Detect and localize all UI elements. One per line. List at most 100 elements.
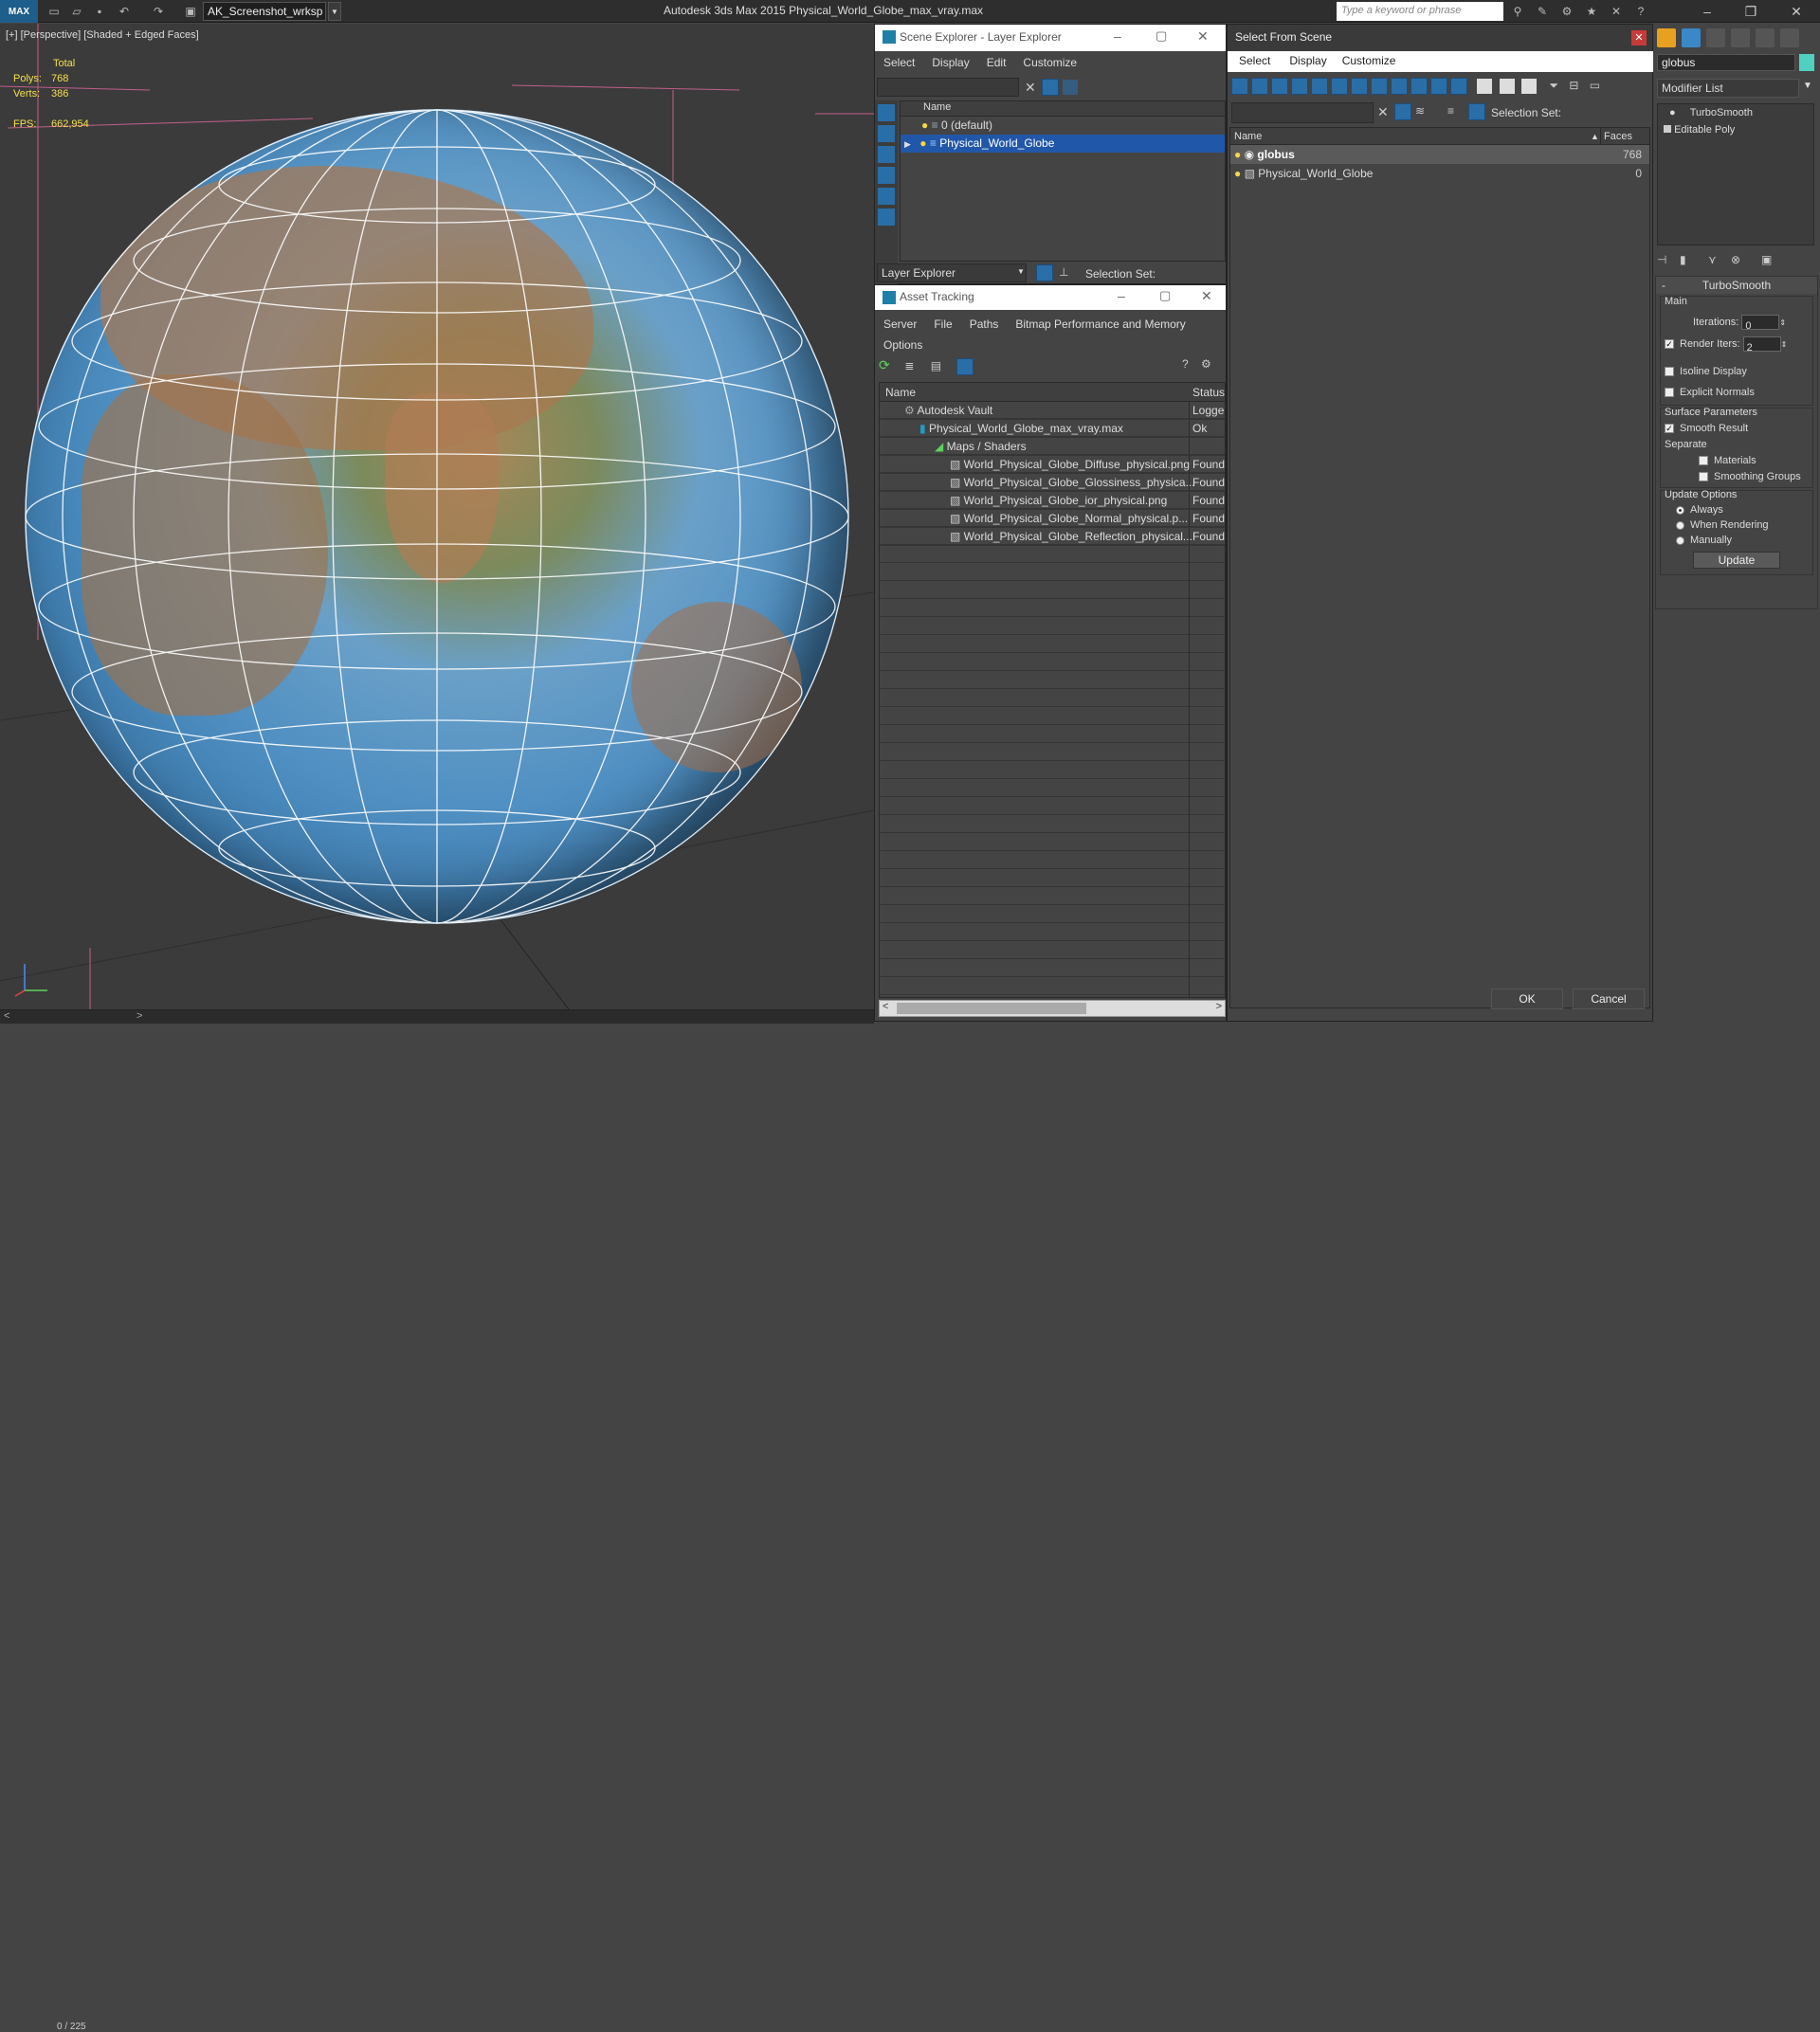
- filter-shapes-icon[interactable]: [1251, 78, 1268, 95]
- modifier-stack-item[interactable]: Editable Poly: [1658, 122, 1813, 137]
- minimize-icon[interactable]: –: [1691, 2, 1723, 21]
- status-column-header[interactable]: Status: [1192, 383, 1225, 402]
- lightbulb-icon[interactable]: ●: [1234, 148, 1241, 161]
- chevron-down-icon[interactable]: ▼: [1803, 81, 1812, 91]
- ok-button[interactable]: OK: [1491, 989, 1563, 1009]
- select-filter-input[interactable]: [1231, 102, 1374, 123]
- scrollbar-thumb[interactable]: [897, 1003, 1086, 1014]
- motion-tab-icon[interactable]: [1731, 28, 1750, 47]
- name-column-header[interactable]: Name: [901, 101, 1225, 117]
- horizontal-scrollbar[interactable]: < >: [879, 1000, 1226, 1017]
- asset-row[interactable]: ▧ World_Physical_Globe_Glossiness_physic…: [880, 474, 1225, 492]
- menu-customize[interactable]: Customize: [1335, 51, 1404, 70]
- filter-xrefs-icon[interactable]: [1371, 78, 1388, 95]
- filter-spacewarps-icon[interactable]: [1331, 78, 1348, 95]
- display-helpers-icon[interactable]: [878, 188, 895, 205]
- workspace-dropdown[interactable]: AK_Screenshot_wrksp: [203, 2, 326, 21]
- project-folder-icon[interactable]: ▣: [182, 3, 199, 20]
- create-tab-icon[interactable]: [1657, 28, 1676, 47]
- name-column-header[interactable]: Name: [1230, 131, 1262, 142]
- hierarchy-icon[interactable]: ⊥: [1059, 265, 1068, 279]
- asset-row[interactable]: ▧ World_Physical_Globe_ior_physical.png F…: [880, 492, 1225, 510]
- menu-bitmap-performance[interactable]: Bitmap Performance and Memory: [1007, 314, 1193, 335]
- object-row[interactable]: ● ▧ Physical_World_Globe 0: [1230, 164, 1649, 183]
- menu-customize[interactable]: Customize: [1014, 53, 1085, 72]
- render-iters-checkbox[interactable]: ✓: [1665, 339, 1674, 350]
- menu-display[interactable]: Display: [1282, 51, 1334, 70]
- display-geometry-icon[interactable]: [878, 104, 895, 121]
- asset-row[interactable]: ▧ World_Physical_Globe_Reflection_physic…: [880, 528, 1225, 546]
- lightbulb-icon[interactable]: ●: [1234, 167, 1241, 180]
- filter-groups-icon[interactable]: [1351, 78, 1368, 95]
- chevron-down-icon[interactable]: ▼: [1017, 267, 1025, 276]
- menu-select[interactable]: Select: [875, 53, 923, 72]
- modifier-stack-item[interactable]: ● TurboSmooth: [1658, 104, 1813, 122]
- menu-server[interactable]: Server: [875, 314, 925, 335]
- next-frame-icon[interactable]: >: [136, 1010, 142, 1022]
- thumbnail-view-icon[interactable]: ▤: [931, 359, 948, 376]
- funnel-icon[interactable]: ⏷: [1549, 79, 1558, 93]
- menu-options[interactable]: Options: [875, 335, 931, 355]
- display-all-icon[interactable]: [878, 209, 895, 226]
- display-shapes-icon[interactable]: [878, 125, 895, 142]
- expand-arrow-icon[interactable]: ▶: [904, 139, 911, 149]
- spinner-arrows-icon[interactable]: ⇕: [1781, 340, 1788, 349]
- close-icon[interactable]: ✕: [1197, 28, 1209, 45]
- cancel-button[interactable]: Cancel: [1573, 989, 1645, 1009]
- object-row[interactable]: ● ◉ globus 768: [1230, 145, 1649, 164]
- show-end-result-icon[interactable]: ▮: [1680, 253, 1708, 266]
- layers-icon[interactable]: ≡: [1447, 104, 1454, 118]
- new-file-icon[interactable]: ▭: [46, 3, 63, 20]
- column-options-icon[interactable]: ▭: [1590, 79, 1600, 92]
- modifier-list-dropdown[interactable]: Modifier List: [1657, 79, 1799, 98]
- scene-explorer-filter-input[interactable]: [877, 78, 1019, 97]
- isoline-display-checkbox[interactable]: [1665, 367, 1674, 377]
- object-name-input[interactable]: globus: [1657, 54, 1795, 71]
- chevron-down-icon[interactable]: ▼: [328, 2, 341, 21]
- star-icon[interactable]: ★: [1583, 3, 1600, 20]
- help-icon[interactable]: ?: [1182, 357, 1189, 371]
- object-color-swatch[interactable]: [1799, 54, 1814, 71]
- explicit-normals-checkbox[interactable]: [1665, 388, 1674, 398]
- select-all-icon[interactable]: [1477, 79, 1493, 94]
- save-file-icon[interactable]: ▪: [91, 3, 108, 20]
- maximize-icon[interactable]: ▢: [1159, 288, 1171, 303]
- redo-icon[interactable]: ↷: [150, 3, 167, 20]
- restore-icon[interactable]: ❐: [1735, 2, 1767, 21]
- filter-geometry-icon[interactable]: [1231, 78, 1248, 95]
- minimize-icon[interactable]: –: [1118, 288, 1125, 303]
- binoculars-icon[interactable]: ⚲: [1509, 3, 1526, 20]
- prev-frame-icon[interactable]: <: [4, 1010, 9, 1022]
- update-button[interactable]: Update: [1693, 552, 1780, 569]
- menu-display[interactable]: Display: [923, 53, 977, 72]
- menu-select[interactable]: Select: [1228, 51, 1282, 70]
- globe-object[interactable]: [25, 109, 849, 924]
- close-icon[interactable]: ✕: [1780, 2, 1812, 21]
- configure-sets-icon[interactable]: ▣: [1761, 253, 1780, 266]
- modify-tab-icon[interactable]: [1682, 28, 1701, 47]
- select-none-icon[interactable]: [1499, 79, 1515, 94]
- when-rendering-radio[interactable]: [1676, 520, 1684, 530]
- table-view-icon[interactable]: [956, 357, 974, 375]
- filter-icon[interactable]: [1042, 79, 1059, 96]
- layer-row[interactable]: ▶ ● ≡ Physical_World_Globe: [901, 135, 1225, 153]
- clear-filter-icon[interactable]: ✕: [1025, 80, 1036, 96]
- scroll-left-icon[interactable]: <: [883, 1001, 888, 1012]
- app-logo[interactable]: MAX: [0, 0, 38, 23]
- sort-ascending-icon[interactable]: ▲: [1591, 128, 1599, 145]
- time-slider[interactable]: < 0 / 225 >: [0, 1009, 874, 2032]
- lightbulb-icon[interactable]: ●: [1669, 107, 1676, 118]
- refresh-icon[interactable]: ⟳: [879, 357, 896, 374]
- lightbulb-icon[interactable]: ●: [921, 118, 928, 132]
- layer-row[interactable]: ● ≡ 0 (default): [901, 117, 1225, 135]
- name-column-header[interactable]: Name: [880, 386, 916, 399]
- viewport-label[interactable]: [+] [Perspective] [Shaded + Edged Faces]: [6, 29, 199, 41]
- iterations-spinner[interactable]: 0: [1741, 315, 1780, 332]
- filter-lights-icon[interactable]: [1271, 78, 1288, 95]
- filter-containers-icon[interactable]: [1410, 78, 1428, 95]
- display-tab-icon[interactable]: [1756, 28, 1774, 47]
- open-file-icon[interactable]: ▱: [68, 3, 85, 20]
- explorer-type-dropdown[interactable]: Layer Explorer: [877, 263, 1027, 282]
- materials-checkbox[interactable]: [1699, 456, 1708, 466]
- hierarchy-tab-icon[interactable]: [1706, 28, 1725, 47]
